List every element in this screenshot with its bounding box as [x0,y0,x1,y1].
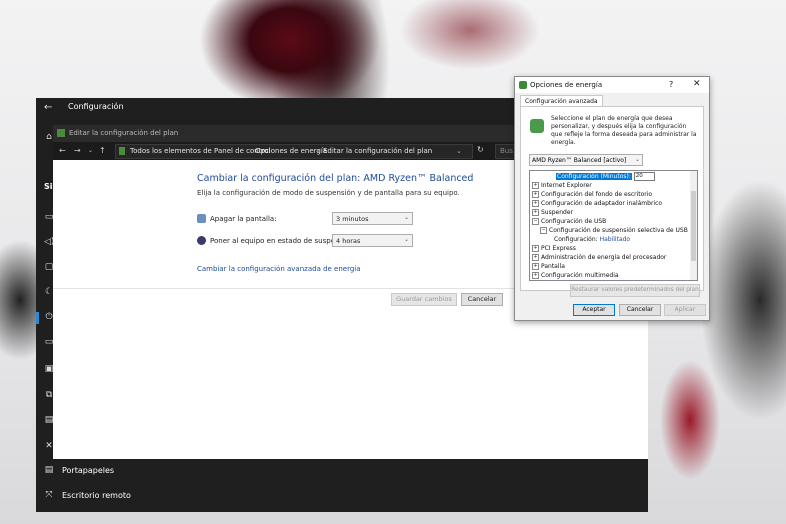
collapse-icon[interactable]: − [540,227,547,234]
tree-item[interactable]: + Administración de energía del procesado… [532,254,666,261]
forward-icon[interactable]: → [74,146,81,155]
expand-icon[interactable]: + [532,182,539,189]
sidebar-item-escritorio-remoto[interactable]: ⤧ Escritorio remoto [44,490,131,500]
sleep-select[interactable]: 4 horas ⌄ [332,234,413,247]
restore-defaults-button[interactable]: Restaurar valores predeterminados del pl… [570,284,700,297]
help-button[interactable]: ? [669,80,673,89]
tree-item[interactable]: + PCI Express [532,245,576,252]
tree-item-label: Configuración (Minutos): [556,173,632,180]
tree-item-usb-setting[interactable]: Configuración: Habilitado [554,236,630,243]
tree-item[interactable]: + Configuración multimedia [532,272,619,279]
dialog-titlebar: Opciones de energía ? ✕ [515,77,709,93]
selected-indicator [36,312,39,324]
page-subtitle: Elija la configuración de modo de suspen… [197,189,460,197]
power-options-icon [519,81,527,89]
tree-item-label: Configuración de suspensión selectiva de… [549,227,688,234]
tree-item-label: Internet Explorer [541,182,592,189]
collapse-icon[interactable]: − [532,218,539,225]
up-icon[interactable]: ↑ [99,146,106,155]
address-bar[interactable]: Todos los elementos de Panel de control … [115,144,473,159]
tree-item[interactable]: − Configuración de USB [532,218,606,225]
apply-button[interactable]: Aplicar [664,304,706,316]
remote-desktop-icon: ⤧ [45,490,53,500]
control-panel-icon [119,147,125,155]
tree-scrollbar[interactable] [690,171,697,280]
sleep-moon-icon [197,236,206,245]
sleep-value: 4 horas [336,236,361,245]
expand-icon[interactable]: + [532,263,539,270]
tree-item[interactable]: + Configuración de adaptador inalámbrico [532,200,662,207]
chevron-down-icon: ⌄ [403,236,409,243]
tree-item[interactable]: + Internet Explorer [532,182,592,189]
chevron-down-icon: ⌄ [634,155,640,163]
cancel-button[interactable]: Cancelar [619,304,661,316]
page-title: Cambiar la configuración del plan: AMD R… [197,173,474,184]
scrollbar-thumb[interactable] [691,191,696,261]
display-off-label: Apagar la pantalla: [210,215,277,223]
back-icon[interactable]: ← [59,146,66,155]
expand-icon[interactable]: + [532,245,539,252]
tree-item-label: Configuración de adaptador inalámbrico [541,200,663,207]
expand-icon[interactable]: + [532,191,539,198]
tree-item[interactable]: + Pantalla [532,263,565,270]
control-panel-icon [57,129,65,137]
tree-item[interactable]: + Configuración del fondo de escritorio [532,191,652,198]
sidebar-item-portapapeles[interactable]: ▤ Portapapeles [44,465,114,475]
save-changes-button[interactable]: Guardar cambios [391,293,457,306]
chevron-down-icon: ⌄ [403,214,409,221]
chevron-right-icon: › [317,147,320,155]
tree-item-label: Configuración de USB [541,218,607,225]
tree-item-label: PCI Express [541,245,576,252]
expand-icon[interactable]: + [532,254,539,261]
accept-button[interactable]: Aceptar [573,304,615,316]
settings-title: Configuración [68,102,124,111]
display-off-select[interactable]: 3 minutos ⌄ [332,212,413,225]
plan-value: AMD Ryzen™ Balanced [activo] [532,156,627,164]
window-title: Editar la configuración del plan [69,129,179,137]
clipboard-icon: ▤ [44,465,54,475]
display-off-value: 3 minutos [336,214,369,223]
expand-icon[interactable]: + [532,272,539,279]
expand-icon[interactable]: + [532,200,539,207]
dialog-description: Seleccione el plan de energía que desea … [551,115,697,146]
sidebar-item-label: Escritorio remoto [62,490,131,500]
refresh-icon[interactable]: ↻ [477,145,484,154]
advanced-settings-panel: Seleccione el plan de energía que desea … [520,106,704,297]
dialog-title: Opciones de energía [530,81,603,89]
search-placeholder: Bus [500,147,513,155]
expand-icon[interactable]: + [532,209,539,216]
monitor-icon [197,214,206,223]
tree-item[interactable]: + Suspender [532,209,573,216]
plan-select[interactable]: AMD Ryzen™ Balanced [activo] ⌄ [529,154,643,166]
chevron-right-icon: › [249,147,252,155]
minutes-stepper[interactable]: 20 [633,172,655,181]
chevron-down-icon[interactable]: ⌄ [456,147,462,155]
cancel-button[interactable]: Cancelar [461,293,503,306]
tree-item[interactable]: − Configuración de suspensión selectiva d… [540,227,688,234]
tree-item-label: Suspender [541,209,574,216]
tree-item-label: Configuración multimedia [541,272,619,279]
tree-item-label: Administración de energía del procesador [541,254,667,261]
settings-tree[interactable]: Configuración (Minutos): 20 + Internet Ex… [529,170,698,281]
close-icon[interactable]: ✕ [693,79,701,89]
chevron-down-icon[interactable]: ⌄ [88,147,93,154]
sidebar-item-label: Portapapeles [62,465,115,475]
usb-setting-value[interactable]: Habilitado [600,236,631,243]
tree-item-label: Configuración del fondo de escritorio [541,191,653,198]
advanced-settings-link[interactable]: Cambiar la configuración avanzada de ene… [197,265,361,273]
power-options-dialog: Opciones de energía ? ✕ Configuración av… [514,76,710,321]
tree-item-label: Configuración: [554,236,598,243]
tree-item-label: Pantalla [541,263,565,270]
tree-item-minutes[interactable]: Configuración (Minutos): 20 [556,172,655,181]
back-arrow-icon[interactable]: ← [44,102,52,113]
breadcrumb-item[interactable]: Editar la configuración del plan [323,147,432,155]
power-plan-icon [530,119,544,133]
